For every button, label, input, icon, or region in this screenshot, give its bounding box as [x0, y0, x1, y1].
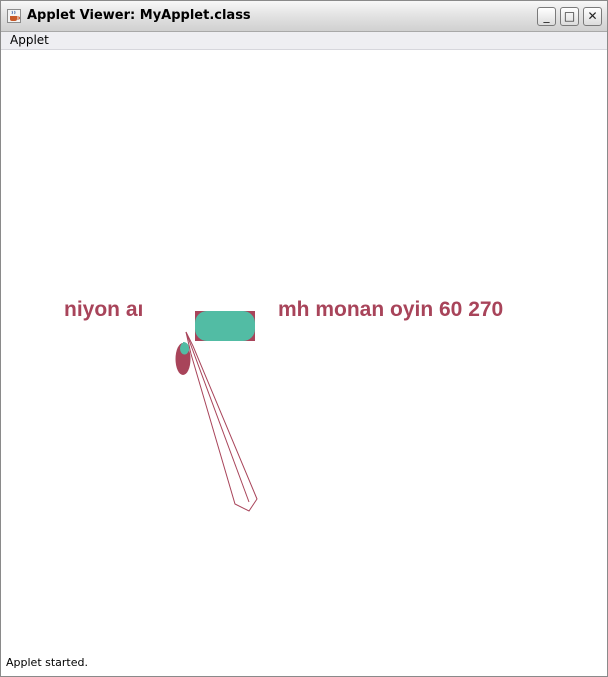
minimize-button[interactable]: _: [537, 7, 556, 26]
close-button[interactable]: ✕: [583, 7, 602, 26]
minimize-icon: _: [543, 9, 550, 23]
title-bar[interactable]: Applet Viewer: MyApplet.class _ □ ✕: [1, 1, 607, 32]
needle-polygon: [185, 331, 258, 512]
status-text: Applet started.: [6, 656, 88, 669]
maximize-button[interactable]: □: [560, 7, 579, 26]
applet-drawing: [175, 311, 258, 512]
window-title: Applet Viewer: MyApplet.class: [27, 8, 251, 23]
menu-applet[interactable]: Applet: [10, 33, 49, 47]
java-cup-icon: [7, 9, 21, 23]
rounded-rectangle: [195, 311, 255, 341]
status-bar: Applet started.: [1, 655, 607, 676]
ellipse-teal: [180, 342, 189, 355]
close-icon: ✕: [587, 9, 598, 23]
menu-bar: Applet: [1, 32, 607, 50]
applet-viewer-window: Applet Viewer: MyApplet.class _ □ ✕ Appl…: [0, 0, 608, 677]
applet-canvas[interactable]: niyon aı mh monan oyin 60 270: [1, 50, 607, 655]
maximize-icon: □: [563, 9, 576, 23]
needle-line: [185, 331, 250, 503]
